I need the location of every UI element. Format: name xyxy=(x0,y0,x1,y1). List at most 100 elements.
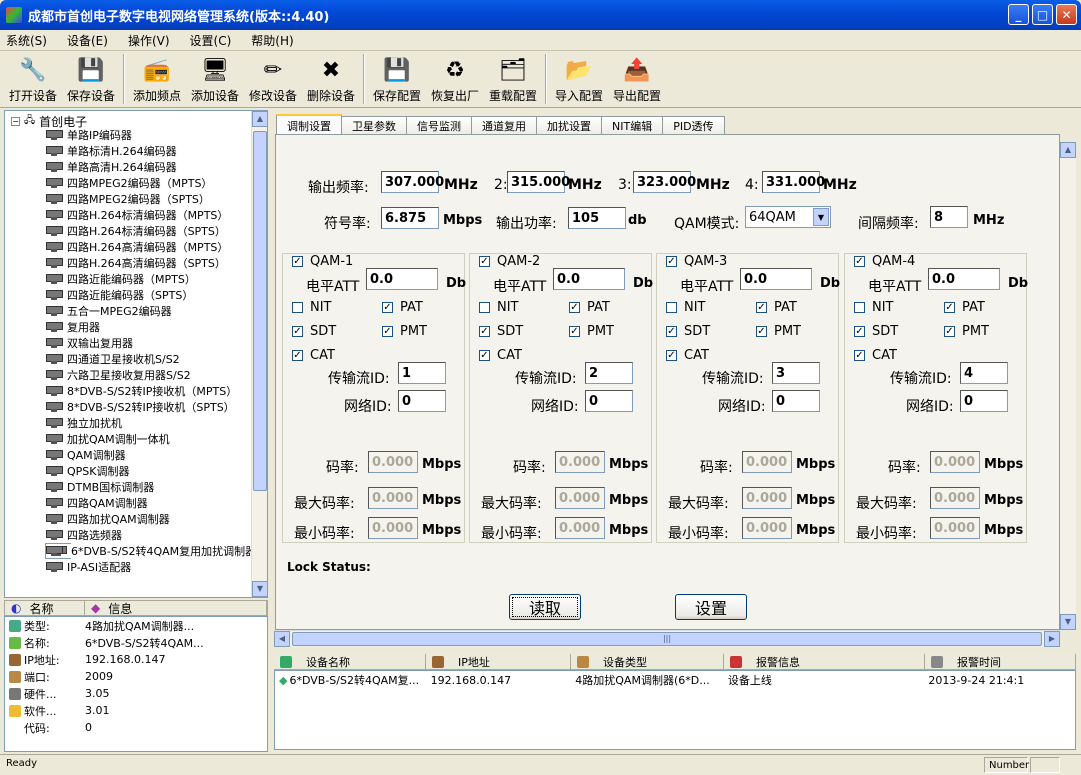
list-column-header[interactable]: IP地址 xyxy=(426,654,571,670)
tree-item[interactable]: 四路MPEG2编码器（SPTS） xyxy=(45,191,237,207)
pat-checkbox[interactable]: ✓ xyxy=(382,302,393,313)
panel-hscrollbar[interactable]: ◀ ||| ▶ xyxy=(274,630,1060,647)
list-row[interactable]: ◆ 6*DVB-S/S2转4QAM复... 192.168.0.147 4路加扰QAM… xyxy=(275,671,1075,689)
minimize-button[interactable]: _ xyxy=(1008,4,1029,25)
tab-0[interactable]: 调制设置 xyxy=(276,114,342,135)
device-list[interactable]: ◆ 6*DVB-S/S2转4QAM复... 192.168.0.147 4路加扰QAM… xyxy=(274,670,1076,750)
tsid-input[interactable]: 4 xyxy=(960,362,1008,384)
pat-checkbox[interactable]: ✓ xyxy=(569,302,580,313)
att-input[interactable]: 0.0 xyxy=(366,268,438,290)
toolbar-button-import-config[interactable]: 📂 导入配置 xyxy=(550,52,608,106)
tree-item[interactable]: 单路IP编码器 xyxy=(45,127,237,143)
toolbar-button-delete-device[interactable]: ✖ 删除设备 xyxy=(302,52,360,106)
toolbar-button-reload-config[interactable]: 🗂 重载配置 xyxy=(484,52,542,106)
cat-checkbox[interactable]: ✓ xyxy=(666,350,677,361)
tree-item[interactable]: 四路H.264高清编码器（MPTS） xyxy=(45,239,237,255)
cat-checkbox[interactable]: ✓ xyxy=(479,350,490,361)
chevron-down-icon[interactable]: ▼ xyxy=(813,208,829,226)
tsid-input[interactable]: 3 xyxy=(772,362,820,384)
menu-system[interactable]: 系统(S) xyxy=(6,32,47,49)
nit-checkbox[interactable] xyxy=(666,302,677,313)
tree-item[interactable]: 单路标清H.264编码器 xyxy=(45,143,237,159)
tsid-input[interactable]: 1 xyxy=(398,362,446,384)
tab-3[interactable]: 通道复用 xyxy=(471,116,537,135)
tree-item[interactable]: 单路高清H.264编码器 xyxy=(45,159,237,175)
toolbar-button-add-frequency[interactable]: 📻 添加频点 xyxy=(128,52,186,106)
netid-input[interactable]: 0 xyxy=(398,390,446,412)
netid-input[interactable]: 0 xyxy=(772,390,820,412)
close-button[interactable]: ✕ xyxy=(1056,4,1077,25)
menu-settings[interactable]: 设置(C) xyxy=(190,32,232,49)
menu-device[interactable]: 设备(E) xyxy=(67,32,108,49)
power-input[interactable]: 105 xyxy=(568,207,626,229)
tsid-input[interactable]: 2 xyxy=(585,362,633,384)
qam-mode-select[interactable]: 64QAM ▼ xyxy=(745,206,831,228)
pmt-checkbox[interactable]: ✓ xyxy=(569,326,580,337)
pmt-checkbox[interactable]: ✓ xyxy=(382,326,393,337)
scroll-down-arrow[interactable]: ▼ xyxy=(252,581,267,597)
device-tree[interactable]: − 🖧 首创电子 单路IP编码器 单路标清H.264编码器 单路高清H.264编码器… xyxy=(4,110,268,598)
sdt-checkbox[interactable]: ✓ xyxy=(479,326,490,337)
nit-checkbox[interactable] xyxy=(854,302,865,313)
toolbar-button-save-device[interactable]: 💾 保存设备 xyxy=(62,52,120,106)
symbol-rate-input[interactable]: 6.875 xyxy=(381,207,439,229)
pmt-checkbox[interactable]: ✓ xyxy=(944,326,955,337)
tree-item[interactable]: 四路H.264标清编码器（SPTS） xyxy=(45,223,237,239)
tree-item[interactable]: DTMB国标调制器 xyxy=(45,479,237,495)
tree-item[interactable]: 双输出复用器 xyxy=(45,335,237,351)
tree-item[interactable]: 四通道卫星接收机S/S2 xyxy=(45,351,237,367)
tree-item[interactable]: QPSK调制器 xyxy=(45,463,237,479)
tab-5[interactable]: NIT编辑 xyxy=(601,116,664,135)
info-col-name[interactable]: ◐ 名称 xyxy=(5,601,85,616)
interval-input[interactable]: 8 xyxy=(930,206,968,228)
netid-input[interactable]: 0 xyxy=(960,390,1008,412)
list-column-header[interactable]: 报警信息 xyxy=(724,654,925,670)
tree-item[interactable]: 四路H.264标清编码器（MPTS） xyxy=(45,207,237,223)
toolbar-button-factory-reset[interactable]: ♻ 恢复出厂 xyxy=(426,52,484,106)
tree-item[interactable]: 六路卫星接收复用器S/S2 xyxy=(45,367,237,383)
tree-item[interactable]: 四路加扰QAM调制器 xyxy=(45,511,237,527)
tree-item[interactable]: 四路MPEG2编码器（MPTS） xyxy=(45,175,237,191)
tree-item[interactable]: 四路近能编码器（SPTS） xyxy=(45,287,237,303)
nit-checkbox[interactable] xyxy=(292,302,303,313)
pat-checkbox[interactable]: ✓ xyxy=(944,302,955,313)
tree-item[interactable]: 6*DVB-S/S2转4QAM复用加扰调制器 xyxy=(45,543,258,559)
tab-1[interactable]: 卫星参数 xyxy=(341,116,407,135)
read-button[interactable]: 读取 xyxy=(509,594,581,620)
tree-item[interactable]: 五合一MPEG2编码器 xyxy=(45,303,237,319)
freq-2-input[interactable]: 315.000 xyxy=(507,171,570,193)
hscroll-left[interactable]: ◀ xyxy=(274,631,290,647)
pat-checkbox[interactable]: ✓ xyxy=(756,302,767,313)
tree-item[interactable]: IP-ASI适配器 xyxy=(45,559,237,575)
hscroll-right[interactable]: ▶ xyxy=(1044,631,1060,647)
freq-4-input[interactable]: 331.000 xyxy=(762,171,825,193)
tree-item[interactable]: QAM调制器 xyxy=(45,447,237,463)
toolbar-button-export-config[interactable]: 📤 导出配置 xyxy=(608,52,666,106)
info-col-info[interactable]: ◆ 信息 xyxy=(85,601,267,616)
tab-4[interactable]: 加扰设置 xyxy=(536,116,602,135)
list-column-header[interactable]: 设备类型 xyxy=(571,654,724,670)
panel-scroll-up[interactable]: ▲ xyxy=(1060,142,1076,158)
qam-1-enable-checkbox[interactable]: ✓ xyxy=(292,256,303,267)
toolbar-button-open-device[interactable]: 🔧 打开设备 xyxy=(4,52,62,106)
set-button[interactable]: 设置 xyxy=(675,594,747,620)
tree-item[interactable]: 独立加扰机 xyxy=(45,415,237,431)
tree-item[interactable]: 四路QAM调制器 xyxy=(45,495,237,511)
list-column-header[interactable]: 设备名称 xyxy=(274,654,426,670)
sdt-checkbox[interactable]: ✓ xyxy=(854,326,865,337)
freq-1-input[interactable]: 307.000 xyxy=(381,171,444,193)
sdt-checkbox[interactable]: ✓ xyxy=(292,326,303,337)
tab-6[interactable]: PID透传 xyxy=(662,116,725,135)
freq-3-input[interactable]: 323.000 xyxy=(633,171,696,193)
qam-4-enable-checkbox[interactable]: ✓ xyxy=(854,256,865,267)
scroll-up-arrow[interactable]: ▲ xyxy=(252,111,267,127)
qam-2-enable-checkbox[interactable]: ✓ xyxy=(479,256,490,267)
att-input[interactable]: 0.0 xyxy=(928,268,1000,290)
cat-checkbox[interactable]: ✓ xyxy=(854,350,865,361)
panel-scroll-down[interactable]: ▼ xyxy=(1060,614,1076,630)
toolbar-button-add-device[interactable]: 🖥 添加设备 xyxy=(186,52,244,106)
toolbar-button-edit-device[interactable]: ✏ 修改设备 xyxy=(244,52,302,106)
scroll-thumb[interactable] xyxy=(253,131,267,491)
nit-checkbox[interactable] xyxy=(479,302,490,313)
netid-input[interactable]: 0 xyxy=(585,390,633,412)
